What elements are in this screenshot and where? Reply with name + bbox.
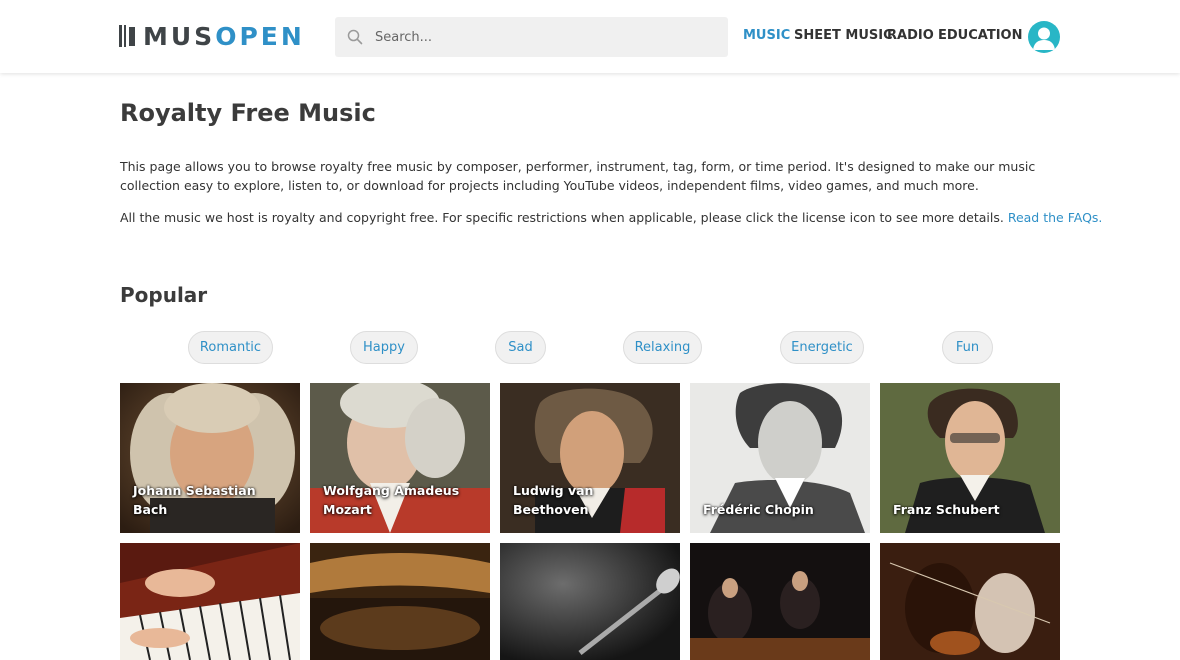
nav-sheet-music[interactable]: SHEET MUSIC [794,28,893,43]
composer-name: Franz Schubert [893,502,1000,517]
composer-tile-schubert[interactable]: Franz Schubert [880,383,1060,533]
popular-heading: Popular [120,283,208,307]
composer-name: Wolfgang Amadeus Mozart [323,483,460,517]
logo-mark-icon [119,25,135,47]
orchestra-image [690,543,870,660]
concert-hall-image [310,543,490,660]
tag-sad[interactable]: Sad [495,331,546,364]
instrument-tile-microphone[interactable] [500,543,680,660]
search-input[interactable] [375,29,705,45]
composer-name: Johann Sebastian Bach [133,483,256,517]
search-bar[interactable] [335,17,728,57]
tag-happy[interactable]: Happy [350,331,418,364]
violinists-image [880,543,1060,660]
composer-tile-bach[interactable]: Johann Sebastian Bach [120,383,300,533]
piano-image [120,543,300,660]
instrument-tile-orchestra-hall[interactable] [310,543,490,660]
license-text: All the music we host is royalty and cop… [120,210,1004,225]
intro-paragraph: This page allows you to browse royalty f… [120,159,1036,193]
instrument-tile-violin-section[interactable] [690,543,870,660]
instrument-tile-violinists[interactable] [880,543,1060,660]
instrument-tile-piano[interactable] [120,543,300,660]
composer-name: Frédéric Chopin [703,502,814,517]
user-avatar-icon[interactable] [1028,21,1060,53]
tag-romantic[interactable]: Romantic [188,331,273,364]
composer-tile-beethoven[interactable]: Ludwig van Beethoven [500,383,680,533]
musopen-logo[interactable]: MUSOPEN [119,21,305,51]
logo-text: MUSOPEN [143,21,305,51]
composer-tile-mozart[interactable]: Wolfgang Amadeus Mozart [310,383,490,533]
nav-music[interactable]: MUSIC [743,28,790,43]
nav-radio[interactable]: RADIO [887,28,934,43]
tag-fun[interactable]: Fun [942,331,993,364]
page-title: Royalty Free Music [120,99,376,127]
license-paragraph: All the music we host is royalty and cop… [120,208,1102,227]
composer-tile-chopin[interactable]: Frédéric Chopin [690,383,870,533]
tag-energetic[interactable]: Energetic [780,331,864,364]
tag-relaxing[interactable]: Relaxing [623,331,702,364]
faq-link[interactable]: Read the FAQs. [1008,210,1103,225]
microphone-image [500,543,680,660]
composer-name: Ludwig van Beethoven [513,483,594,517]
nav-education[interactable]: EDUCATION [938,28,1022,43]
search-icon [347,29,363,45]
site-header: MUSOPEN MUSIC SHEET MUSIC RADIO EDUCATIO… [0,0,1180,73]
